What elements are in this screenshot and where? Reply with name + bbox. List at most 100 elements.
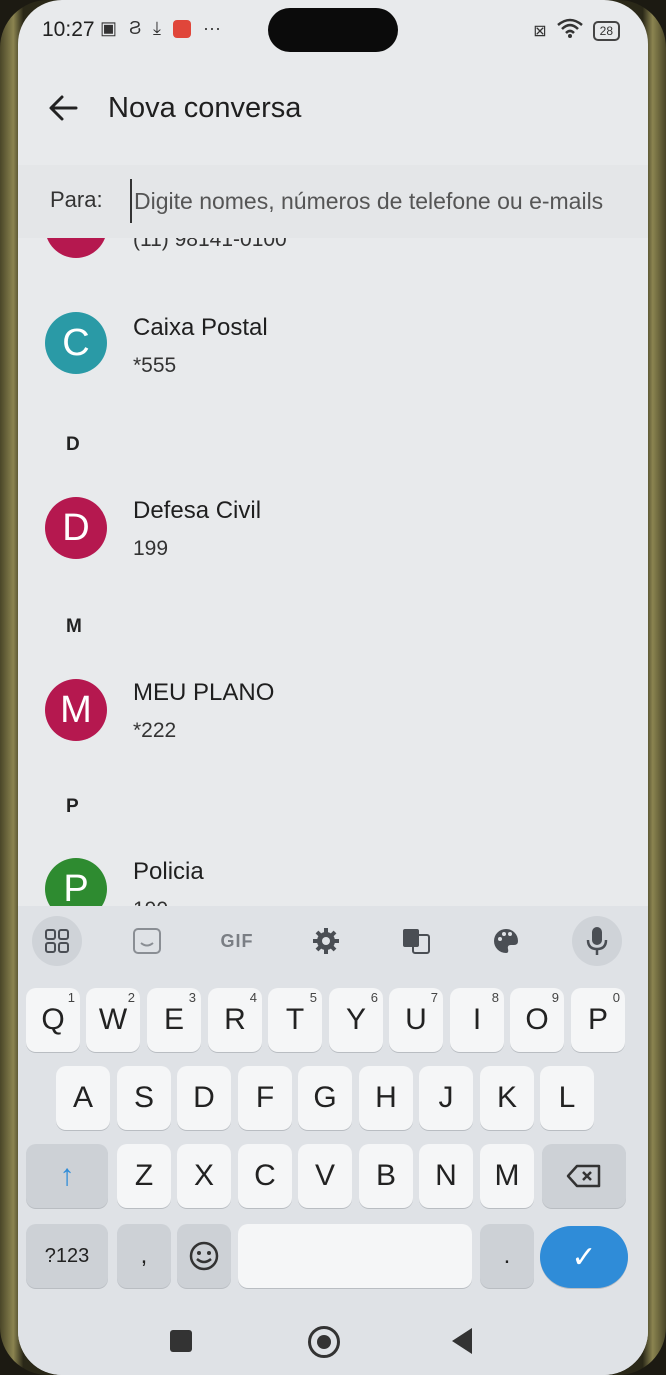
key-j[interactable]: J <box>419 1066 473 1130</box>
key-l[interactable]: L <box>540 1066 594 1130</box>
translate-icon[interactable] <box>391 916 441 966</box>
key-label: O <box>525 1003 549 1036</box>
key-label: R <box>224 1003 246 1036</box>
camera-notch <box>268 8 398 52</box>
page-title: Nova conversa <box>108 92 302 124</box>
apps-grid-icon[interactable] <box>32 916 82 966</box>
key-n[interactable]: N <box>419 1144 473 1208</box>
backspace-key[interactable] <box>542 1144 626 1208</box>
key-h[interactable]: H <box>359 1066 413 1130</box>
back-triangle-icon[interactable] <box>452 1328 472 1354</box>
key-hint: 6 <box>370 990 378 1005</box>
microphone-icon[interactable] <box>572 916 622 966</box>
sync-icon: Ϩ <box>129 18 142 38</box>
contact-name: Policia <box>133 858 204 885</box>
period-key[interactable]: . <box>480 1224 534 1288</box>
sticker-icon[interactable] <box>122 916 172 966</box>
key-d[interactable]: D <box>177 1066 231 1130</box>
contact-number: *555 <box>133 354 177 377</box>
shift-key[interactable]: ↑ <box>26 1144 108 1208</box>
key-label: I <box>472 1003 482 1036</box>
wifi-icon <box>556 18 583 43</box>
avatar: M <box>45 679 107 741</box>
key-s[interactable]: S <box>117 1066 171 1130</box>
key-c[interactable]: C <box>238 1144 292 1208</box>
contact-name: Caixa Postal <box>133 314 268 341</box>
key-a[interactable]: A <box>56 1066 110 1130</box>
comma-key[interactable]: , <box>117 1224 171 1288</box>
list-item[interactable]: P Policia 190 <box>18 858 648 906</box>
contact-number: 190 <box>133 898 168 906</box>
key-t[interactable]: T5 <box>268 988 322 1052</box>
key-e[interactable]: E3 <box>147 988 201 1052</box>
avatar: P <box>45 858 107 906</box>
back-arrow-icon[interactable] <box>46 90 82 126</box>
system-icons: ⊠ 28 <box>533 18 620 43</box>
enter-check-button[interactable]: ✓ <box>540 1226 628 1288</box>
key-q[interactable]: Q1 <box>26 988 80 1052</box>
key-p[interactable]: P0 <box>571 988 625 1052</box>
key-z[interactable]: Z <box>117 1144 171 1208</box>
key-hint: 1 <box>67 990 75 1005</box>
recents-icon[interactable] <box>170 1330 192 1352</box>
key-w[interactable]: W2 <box>86 988 140 1052</box>
no-sim-icon: ⊠ <box>533 22 547 40</box>
settings-gear-icon[interactable] <box>301 916 351 966</box>
avatar: D <box>45 497 107 559</box>
key-f[interactable]: F <box>238 1066 292 1130</box>
screen: 10:27 ▣ Ϩ ⤓ ··· ⊠ 28 Nova conversa Para: <box>18 0 648 1375</box>
key-i[interactable]: I8 <box>450 988 504 1052</box>
key-o[interactable]: O9 <box>510 988 564 1052</box>
more-notifications-icon: ··· <box>203 18 221 38</box>
key-u[interactable]: U7 <box>389 988 443 1052</box>
contact-name: Defesa Civil <box>133 497 262 524</box>
list-item[interactable]: (11) 98141-0100 <box>18 238 648 258</box>
key-v[interactable]: V <box>298 1144 352 1208</box>
emoji-key[interactable] <box>177 1224 231 1288</box>
key-hint: 8 <box>491 990 499 1005</box>
key-label: Y <box>345 1003 366 1036</box>
key-hint: 0 <box>612 990 620 1005</box>
nav-bar <box>18 1306 648 1375</box>
key-b[interactable]: B <box>359 1144 413 1208</box>
key-label: P <box>587 1003 608 1036</box>
contact-list[interactable]: (11) 98141-0100 C Caixa Postal *555 D D … <box>18 238 648 906</box>
space-bar[interactable] <box>238 1224 472 1288</box>
app-bar: Nova conversa <box>18 72 648 144</box>
status-time: 10:27 <box>42 18 95 41</box>
backspace-icon <box>566 1164 601 1188</box>
list-item[interactable]: C Caixa Postal *555 <box>18 312 648 402</box>
emoji-icon <box>189 1241 219 1271</box>
app-notification-icon <box>173 19 191 38</box>
list-item[interactable]: D Defesa Civil 199 <box>18 497 648 587</box>
recipient-input[interactable] <box>130 179 624 223</box>
download-icon: ⤓ <box>153 18 161 38</box>
phone-frame: 10:27 ▣ Ϩ ⤓ ··· ⊠ 28 Nova conversa Para: <box>0 0 666 1375</box>
status-bar: 10:27 ▣ Ϩ ⤓ ··· ⊠ 28 <box>18 0 648 62</box>
recipient-row: Para: <box>18 165 648 238</box>
key-k[interactable]: K <box>480 1066 534 1130</box>
section-letter: D <box>66 434 80 455</box>
key-y[interactable]: Y6 <box>329 988 383 1052</box>
key-r[interactable]: R4 <box>208 988 262 1052</box>
contact-number: *222 <box>133 719 177 742</box>
contact-number: (11) 98141-0100 <box>133 238 287 251</box>
key-hint: 5 <box>309 990 317 1005</box>
key-g[interactable]: G <box>298 1066 352 1130</box>
symbols-key[interactable]: ?123 <box>26 1224 108 1288</box>
key-label: E <box>163 1003 184 1036</box>
contact-name: MEU PLANO <box>133 679 275 706</box>
theme-palette-icon[interactable] <box>481 916 531 966</box>
contact-number: 199 <box>133 537 169 560</box>
notification-icons: ▣ Ϩ ⤓ ··· <box>100 18 221 39</box>
key-label: W <box>98 1003 128 1036</box>
section-letter: P <box>66 796 79 817</box>
list-item[interactable]: M MEU PLANO *222 <box>18 679 648 769</box>
key-m[interactable]: M <box>480 1144 534 1208</box>
key-hint: 4 <box>249 990 257 1005</box>
gif-button[interactable]: GIF <box>212 916 262 966</box>
key-x[interactable]: X <box>177 1144 231 1208</box>
home-icon[interactable] <box>308 1326 340 1358</box>
key-hint: 2 <box>127 990 135 1005</box>
keyboard-toolbar: GIF <box>18 906 648 976</box>
